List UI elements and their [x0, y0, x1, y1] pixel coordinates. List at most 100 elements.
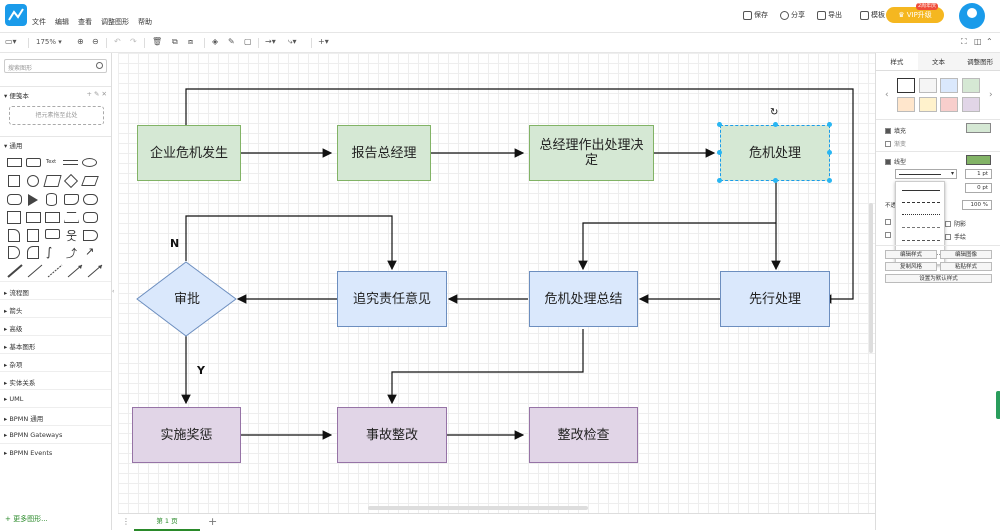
hexagon-shape[interactable] [7, 194, 22, 205]
textbox-shape[interactable] [63, 160, 78, 165]
tab-arrange[interactable]: 调整图形 [959, 53, 1000, 70]
actor-shape[interactable]: 웃 [66, 227, 77, 244]
shadow-option[interactable]: 阴影 [945, 219, 966, 228]
style-swatch[interactable] [897, 78, 915, 93]
horizontal-scrollbar[interactable] [368, 506, 588, 510]
pattern-solid[interactable] [902, 190, 940, 191]
sidebar-resize-handle[interactable]: ‹ [112, 288, 114, 295]
node-approval[interactable]: 审批 [157, 285, 217, 313]
rounded-rectangle-shape[interactable] [26, 158, 41, 167]
feedback-tab[interactable] [996, 391, 1000, 419]
resize-handle[interactable] [773, 178, 778, 183]
tab-style[interactable]: 样式 [876, 53, 918, 70]
category-basic[interactable]: ▸ 基本图形 [0, 335, 111, 353]
add-page-icon[interactable]: + [208, 515, 217, 528]
resize-handle[interactable] [717, 150, 722, 155]
curved-arrow-shape[interactable]: ↗ [85, 245, 94, 258]
triangle-shape[interactable] [28, 194, 44, 206]
fill-color-picker[interactable] [966, 123, 991, 133]
scratchpad-drop-zone[interactable]: 把元素拖至此处 [9, 106, 104, 125]
node-crisis-occurs[interactable]: 企业危机发生 [137, 125, 241, 181]
node-rewards-penalties[interactable]: 实施奖惩 [132, 407, 241, 463]
save-button[interactable]: 保存 [743, 10, 768, 20]
menu-edit[interactable]: 编辑 [55, 17, 69, 27]
rotate-icon[interactable]: ↻ [770, 107, 778, 118]
more-shapes-link[interactable]: + 更多图形... [5, 514, 48, 524]
parallelogram-shape[interactable] [81, 176, 99, 186]
scratchpad-tools-icon[interactable]: + ✎ ✕ [87, 90, 107, 98]
next-styles-icon[interactable]: › [989, 90, 993, 100]
edge-n1-n5[interactable] [185, 88, 854, 304]
to-front-icon[interactable]: ⧉ [172, 37, 178, 47]
opacity-input[interactable]: 100 % [962, 200, 992, 210]
panel-toggle-icon[interactable]: ◫ [974, 37, 982, 46]
style-swatch[interactable] [940, 78, 958, 93]
diamond-shape[interactable] [63, 173, 79, 189]
node-report-gm[interactable]: 报告总经理 [337, 125, 431, 181]
menu-file[interactable]: 文件 [32, 17, 46, 27]
style-swatch[interactable] [962, 97, 980, 112]
callout-shape[interactable] [45, 229, 60, 239]
node-crisis-handling[interactable]: 危机处理 [720, 125, 830, 181]
fullscreen-icon[interactable]: ⛶ [961, 37, 967, 47]
resize-handle[interactable] [827, 150, 832, 155]
pattern-dashed[interactable] [902, 202, 940, 203]
waypoint-icon[interactable]: ⤷▾ [288, 37, 297, 47]
text-shape[interactable]: Text [46, 159, 56, 165]
document-shape[interactable] [64, 194, 79, 205]
line-option[interactable]: 线型 [885, 157, 906, 166]
paste-style-button[interactable]: 粘贴样式 [940, 262, 992, 271]
data-storage-shape[interactable] [27, 246, 39, 259]
delay-shape[interactable] [8, 246, 20, 259]
line-width-input[interactable]: 1 pt [965, 169, 992, 179]
general-header[interactable]: ▾ 通用 [0, 136, 111, 150]
vertical-scrollbar[interactable] [869, 203, 873, 353]
search-icon[interactable] [96, 62, 103, 69]
rounded-checkbox[interactable] [885, 219, 891, 225]
edge-n8-n7-no[interactable] [185, 215, 397, 271]
step-shape[interactable] [45, 212, 60, 223]
category-er[interactable]: ▸ 实体关系 [0, 371, 111, 389]
square-shape[interactable] [8, 175, 20, 187]
menu-help[interactable]: 帮助 [138, 17, 152, 27]
process-shape[interactable] [43, 175, 62, 187]
redo-icon[interactable]: ↷ [130, 37, 137, 46]
prev-styles-icon[interactable]: ‹ [885, 90, 889, 100]
cloud-shape[interactable] [83, 194, 98, 205]
diagram-canvas[interactable]: 企业危机发生 报告总经理 总经理作出处理决定 危机处理 先行处理 危机处理总结 … [118, 53, 875, 513]
line-shapes[interactable] [6, 263, 106, 279]
edge-n6-n10[interactable] [387, 329, 584, 405]
pattern-dash-2[interactable] [902, 240, 940, 241]
node-crisis-summary[interactable]: 危机处理总结 [529, 271, 638, 327]
node-accountability[interactable]: 追究责任意见 [337, 271, 447, 327]
copy-style-button[interactable]: 复制风格 [885, 262, 937, 271]
resize-handle[interactable] [827, 122, 832, 127]
category-bpmn-events[interactable]: ▸ BPMN Events [0, 443, 111, 461]
line-pattern-select[interactable]: ▾ [895, 169, 957, 179]
collapse-icon[interactable]: ⌃ [986, 37, 993, 46]
card-shape[interactable] [27, 229, 39, 242]
shadow-icon[interactable]: ▢ [244, 37, 252, 46]
glass-option[interactable] [885, 232, 891, 238]
style-swatch[interactable] [962, 78, 980, 93]
style-swatch[interactable] [897, 97, 915, 112]
internal-storage-shape[interactable] [7, 211, 21, 224]
pattern-dash-1[interactable] [902, 227, 940, 228]
style-swatch[interactable] [940, 97, 958, 112]
template-button[interactable]: 模板 [860, 10, 885, 20]
undo-icon[interactable]: ↶ [114, 37, 121, 46]
circle-shape[interactable] [27, 175, 39, 187]
category-advanced[interactable]: ▸ 高级 [0, 317, 111, 335]
export-button[interactable]: 导出 [817, 10, 842, 20]
tape-shape[interactable] [83, 212, 98, 223]
node-gm-decision[interactable]: 总经理作出处理决定 [529, 125, 654, 181]
style-swatch[interactable] [919, 78, 937, 93]
node-rectification[interactable]: 事故整改 [337, 407, 447, 463]
line-color-icon[interactable]: ✎ [228, 37, 235, 46]
scratchpad-header[interactable]: ▾ 便笺本 + ✎ ✕ [0, 86, 111, 100]
page-tab-1[interactable]: 第 1 页 [134, 514, 200, 531]
gradient-checkbox[interactable] [885, 140, 891, 147]
menu-view[interactable]: 查看 [78, 17, 92, 27]
edge-n4-n6[interactable] [578, 222, 776, 271]
line-color-picker[interactable] [966, 155, 991, 165]
